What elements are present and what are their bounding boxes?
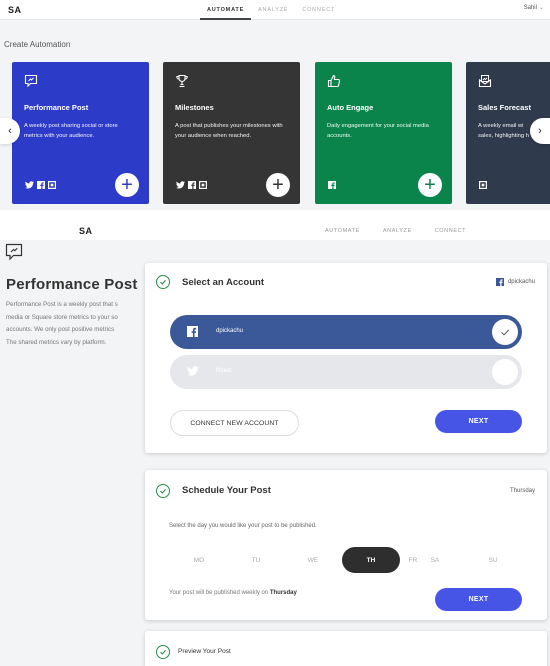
top-app-bar: SA AUTOMATE ANALYZE CONNECT Sahil ⌄ xyxy=(0,0,550,20)
card-description-line: A weekly email wi xyxy=(478,123,524,129)
description-line: Performance Post is a weekly post that s xyxy=(6,301,118,308)
page-description: Performance Post is a weekly post that s… xyxy=(6,299,146,349)
chevron-down-icon: ⌄ xyxy=(538,5,544,11)
user-name: Sahil xyxy=(523,5,537,11)
facebook-icon xyxy=(495,278,504,286)
card-title: Performance Post xyxy=(24,103,89,112)
card-title: Sales Forecast xyxy=(478,103,531,112)
panel-title: Preview Your Post xyxy=(178,648,231,655)
description-line: accounts. We only post positive metrics xyxy=(6,326,115,333)
schedule-prompt: Select the day you would like your post … xyxy=(169,523,317,529)
schedule-post-panel: Schedule Your Post Thursday Select the d… xyxy=(145,470,547,620)
next-button[interactable]: NEXT xyxy=(435,410,522,433)
tab-automate[interactable]: AUTOMATE xyxy=(325,228,360,234)
automation-card-performance-post[interactable]: Performance Post A weekly post sharing s… xyxy=(12,62,149,204)
twitter-icon xyxy=(187,366,199,376)
step-complete-icon xyxy=(156,484,170,498)
day-option-tu[interactable]: TU xyxy=(244,547,268,573)
day-option-su[interactable]: SU xyxy=(481,547,505,573)
envelope-chart-icon xyxy=(478,74,492,88)
user-menu[interactable]: Sahil ⌄ xyxy=(524,4,544,11)
connect-new-account-button[interactable]: CONNECT NEW ACCOUNT xyxy=(170,410,299,436)
square-icon xyxy=(199,181,207,189)
account-option-twitter[interactable]: lfstest xyxy=(170,355,522,389)
chevron-right-icon: › xyxy=(538,125,542,137)
account-name: lfstest xyxy=(216,368,232,374)
card-description: A post that publishes your milestones wi… xyxy=(175,123,283,139)
publish-note-day: Thursday xyxy=(269,590,297,596)
facebook-icon xyxy=(188,181,196,189)
tab-analyze[interactable]: ANALYZE xyxy=(251,0,295,20)
square-icon xyxy=(48,181,56,189)
platform-icons xyxy=(479,181,487,189)
trophy-icon xyxy=(175,74,189,88)
tab-connect[interactable]: CONNECT xyxy=(435,228,466,234)
panel-title: Schedule Your Post xyxy=(182,485,271,496)
facebook-icon xyxy=(328,181,336,189)
detail-top-bar: SA AUTOMATE ANALYZE CONNECT xyxy=(0,210,550,240)
publish-note: Your post will be published weekly on Th… xyxy=(169,590,297,596)
description-line: The shared metrics vary by platform. xyxy=(6,338,107,346)
select-account-panel: Select an Account dpickachu dpickachu lf… xyxy=(145,263,547,453)
account-selected-checkbox[interactable] xyxy=(492,319,518,345)
automation-carousel: Performance Post A weekly post sharing s… xyxy=(0,62,550,205)
chart-chat-icon xyxy=(5,243,23,261)
step-complete-icon xyxy=(156,275,170,289)
publish-note-text: Your post will be published weekly on xyxy=(169,590,270,596)
carousel-next-button[interactable]: › xyxy=(530,118,550,144)
app-logo[interactable]: SA xyxy=(8,5,22,15)
account-option-facebook[interactable]: dpickachu xyxy=(170,315,522,349)
add-automation-button[interactable]: + xyxy=(418,173,442,197)
preview-post-panel[interactable]: Preview Your Post xyxy=(145,631,547,666)
square-icon xyxy=(479,181,487,189)
account-name: dpickachu xyxy=(216,328,244,334)
card-title: Auto Engage xyxy=(327,103,374,112)
detail-main-nav: AUTOMATE ANALYZE CONNECT xyxy=(325,228,466,234)
day-option-th[interactable]: TH xyxy=(342,547,400,573)
day-option-fr[interactable]: FR xyxy=(403,547,423,573)
account-unselected-checkbox[interactable] xyxy=(492,359,518,385)
day-selector: MO TU WE TH FR SA SU xyxy=(145,547,547,573)
card-description: A weekly email wi sales, highlighting h xyxy=(478,121,538,141)
section-title: Create Automation xyxy=(4,40,71,49)
automation-card-milestones[interactable]: Milestones A post that publishes your mi… xyxy=(163,62,300,204)
chart-chat-icon xyxy=(24,74,38,88)
facebook-icon xyxy=(187,326,198,337)
card-description: Daily engagement for your social media a… xyxy=(327,123,429,139)
twitter-icon xyxy=(25,181,34,189)
automation-card-auto-engage[interactable]: Auto Engage Daily engagement for your so… xyxy=(315,62,452,204)
day-option-we[interactable]: WE xyxy=(301,547,325,573)
day-option-mo[interactable]: MO xyxy=(187,547,211,573)
add-automation-button[interactable]: + xyxy=(115,173,139,197)
platform-icons xyxy=(176,181,207,189)
facebook-icon xyxy=(37,181,45,189)
description-line: media or Square store metrics to your so xyxy=(6,313,118,321)
tab-analyze[interactable]: ANALYZE xyxy=(383,228,412,234)
app-logo[interactable]: SA xyxy=(79,226,93,236)
main-nav: AUTOMATE ANALYZE CONNECT xyxy=(200,0,342,20)
card-description-line: sales, highlighting h xyxy=(478,133,529,139)
step-complete-icon xyxy=(156,645,170,659)
selected-account-summary: dpickachu xyxy=(495,278,535,286)
add-automation-button[interactable]: + xyxy=(266,173,290,197)
card-description: A weekly post sharing social or store me… xyxy=(24,123,118,139)
day-option-sa[interactable]: SA xyxy=(425,547,445,573)
card-title: Milestones xyxy=(175,103,214,112)
panel-title: Select an Account xyxy=(182,277,265,288)
thumbs-up-icon xyxy=(327,74,341,88)
tab-automate[interactable]: AUTOMATE xyxy=(200,0,252,20)
platform-icons xyxy=(25,181,56,189)
next-button[interactable]: NEXT xyxy=(435,588,522,611)
chevron-left-icon: ‹ xyxy=(8,125,12,137)
page-title: Performance Post xyxy=(6,276,138,293)
tab-connect[interactable]: CONNECT xyxy=(295,0,342,20)
selected-day-summary: Thursday xyxy=(509,488,535,494)
selected-account-name: dpickachu xyxy=(507,279,535,285)
platform-icons xyxy=(328,181,336,189)
twitter-icon xyxy=(176,181,185,189)
